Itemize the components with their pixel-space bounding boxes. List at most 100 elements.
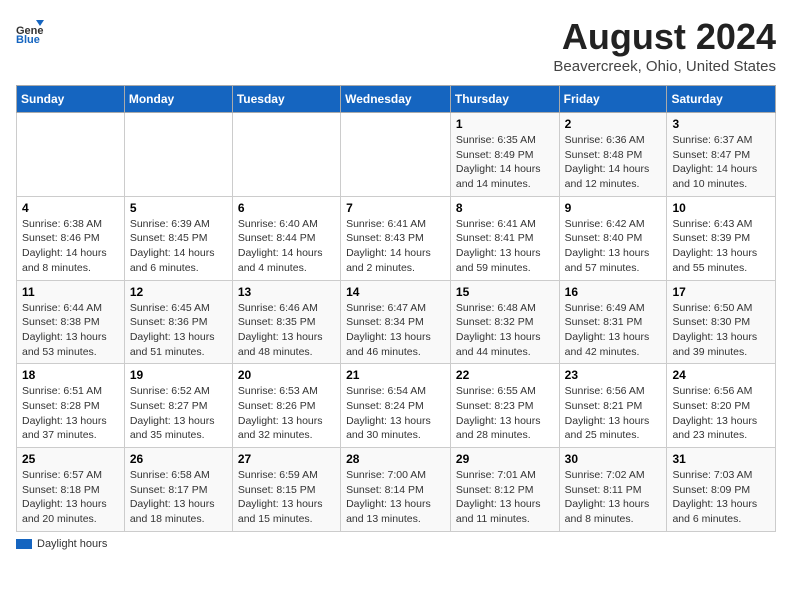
day-number: 30	[565, 452, 662, 466]
day-info: Sunrise: 6:41 AM Sunset: 8:41 PM Dayligh…	[456, 217, 554, 276]
day-number: 12	[130, 285, 227, 299]
day-number: 26	[130, 452, 227, 466]
calendar-cell	[232, 113, 340, 197]
day-info: Sunrise: 6:54 AM Sunset: 8:24 PM Dayligh…	[346, 384, 445, 443]
calendar-cell: 11Sunrise: 6:44 AM Sunset: 8:38 PM Dayli…	[17, 280, 125, 364]
day-info: Sunrise: 7:01 AM Sunset: 8:12 PM Dayligh…	[456, 468, 554, 527]
calendar-cell: 23Sunrise: 6:56 AM Sunset: 8:21 PM Dayli…	[559, 364, 667, 448]
col-header-thursday: Thursday	[450, 86, 559, 113]
day-number: 19	[130, 368, 227, 382]
day-info: Sunrise: 6:49 AM Sunset: 8:31 PM Dayligh…	[565, 301, 662, 360]
calendar-cell: 18 Sunrise: 6:51 AM Sunset: 8:28 PM Dayli…	[17, 364, 125, 448]
day-info: Sunrise: 6:42 AM Sunset: 8:40 PM Dayligh…	[565, 217, 662, 276]
day-number: 6	[238, 201, 335, 215]
day-number: 4	[22, 201, 119, 215]
day-info: Sunrise: 6:35 AM Sunset: 8:49 PM Dayligh…	[456, 133, 554, 192]
day-info: Sunrise: 6:38 AM Sunset: 8:46 PM Dayligh…	[22, 217, 119, 276]
calendar-cell: 6 Sunrise: 6:40 AM Sunset: 8:44 PM Daylig…	[232, 196, 340, 280]
day-number: 13	[238, 285, 335, 299]
day-info: Sunrise: 6:53 AM Sunset: 8:26 PM Dayligh…	[238, 384, 335, 443]
calendar-cell: 30 Sunrise: 7:02 AM Sunset: 8:11 PM Dayli…	[559, 448, 667, 532]
day-number: 18	[22, 368, 119, 382]
legend: Daylight hours	[16, 538, 776, 550]
subtitle: Beavercreek, Ohio, United States	[553, 58, 776, 75]
day-info: Sunrise: 6:41 AM Sunset: 8:43 PM Dayligh…	[346, 217, 445, 276]
title-area: August 2024 Beavercreek, Ohio, United St…	[553, 16, 776, 75]
day-info: Sunrise: 6:39 AM Sunset: 8:45 PM Dayligh…	[130, 217, 227, 276]
calendar-cell: 4 Sunrise: 6:38 AM Sunset: 8:46 PM Daylig…	[17, 196, 125, 280]
day-info: Sunrise: 6:56 AM Sunset: 8:21 PM Dayligh…	[565, 384, 662, 443]
day-number: 7	[346, 201, 445, 215]
day-number: 5	[130, 201, 227, 215]
week-row-4: 18 Sunrise: 6:51 AM Sunset: 8:28 PM Dayli…	[17, 364, 776, 448]
svg-text:Blue: Blue	[16, 34, 40, 44]
day-number: 8	[456, 201, 554, 215]
day-info: Sunrise: 6:43 AM Sunset: 8:39 PM Dayligh…	[672, 217, 770, 276]
day-info: Sunrise: 6:56 AM Sunset: 8:20 PM Dayligh…	[672, 384, 770, 443]
header-row: SundayMondayTuesdayWednesdayThursdayFrid…	[17, 86, 776, 113]
day-info: Sunrise: 6:58 AM Sunset: 8:17 PM Dayligh…	[130, 468, 227, 527]
calendar-cell: 2Sunrise: 6:36 AM Sunset: 8:48 PM Daylig…	[559, 113, 667, 197]
day-number: 15	[456, 285, 554, 299]
day-number: 20	[238, 368, 335, 382]
calendar-cell: 3 Sunrise: 6:37 AM Sunset: 8:47 PM Daylig…	[667, 113, 776, 197]
day-info: Sunrise: 6:46 AM Sunset: 8:35 PM Dayligh…	[238, 301, 335, 360]
day-number: 17	[672, 285, 770, 299]
calendar-cell: 25 Sunrise: 6:57 AM Sunset: 8:18 PM Dayli…	[17, 448, 125, 532]
calendar-cell: 13 Sunrise: 6:46 AM Sunset: 8:35 PM Dayli…	[232, 280, 340, 364]
col-header-wednesday: Wednesday	[341, 86, 451, 113]
col-header-saturday: Saturday	[667, 86, 776, 113]
day-info: Sunrise: 6:50 AM Sunset: 8:30 PM Dayligh…	[672, 301, 770, 360]
day-info: Sunrise: 6:57 AM Sunset: 8:18 PM Dayligh…	[22, 468, 119, 527]
calendar-cell: 22 Sunrise: 6:55 AM Sunset: 8:23 PM Dayli…	[450, 364, 559, 448]
week-row-3: 11Sunrise: 6:44 AM Sunset: 8:38 PM Dayli…	[17, 280, 776, 364]
day-info: Sunrise: 7:00 AM Sunset: 8:14 PM Dayligh…	[346, 468, 445, 527]
calendar-cell: 19 Sunrise: 6:52 AM Sunset: 8:27 PM Dayli…	[124, 364, 232, 448]
day-number: 24	[672, 368, 770, 382]
calendar-cell: 29 Sunrise: 7:01 AM Sunset: 8:12 PM Dayli…	[450, 448, 559, 532]
calendar-cell: 20 Sunrise: 6:53 AM Sunset: 8:26 PM Dayli…	[232, 364, 340, 448]
logo-icon: General Blue	[16, 16, 44, 44]
calendar-cell: 7 Sunrise: 6:41 AM Sunset: 8:43 PM Daylig…	[341, 196, 451, 280]
calendar-cell: 27 Sunrise: 6:59 AM Sunset: 8:15 PM Dayli…	[232, 448, 340, 532]
calendar-cell	[17, 113, 125, 197]
day-info: Sunrise: 6:59 AM Sunset: 8:15 PM Dayligh…	[238, 468, 335, 527]
day-info: Sunrise: 7:02 AM Sunset: 8:11 PM Dayligh…	[565, 468, 662, 527]
day-info: Sunrise: 6:37 AM Sunset: 8:47 PM Dayligh…	[672, 133, 770, 192]
day-number: 14	[346, 285, 445, 299]
day-number: 3	[672, 117, 770, 131]
day-info: Sunrise: 6:40 AM Sunset: 8:44 PM Dayligh…	[238, 217, 335, 276]
day-number: 25	[22, 452, 119, 466]
logo: General Blue	[16, 16, 46, 44]
calendar-cell: 28Sunrise: 7:00 AM Sunset: 8:14 PM Dayli…	[341, 448, 451, 532]
col-header-tuesday: Tuesday	[232, 86, 340, 113]
calendar-cell: 16 Sunrise: 6:49 AM Sunset: 8:31 PM Dayli…	[559, 280, 667, 364]
day-number: 1	[456, 117, 554, 131]
day-info: Sunrise: 6:51 AM Sunset: 8:28 PM Dayligh…	[22, 384, 119, 443]
header: General Blue August 2024 Beavercreek, Oh…	[16, 16, 776, 75]
day-number: 29	[456, 452, 554, 466]
calendar-cell: 31Sunrise: 7:03 AM Sunset: 8:09 PM Dayli…	[667, 448, 776, 532]
day-number: 10	[672, 201, 770, 215]
day-info: Sunrise: 6:55 AM Sunset: 8:23 PM Dayligh…	[456, 384, 554, 443]
calendar-cell: 24 Sunrise: 6:56 AM Sunset: 8:20 PM Dayli…	[667, 364, 776, 448]
day-info: Sunrise: 6:44 AM Sunset: 8:38 PM Dayligh…	[22, 301, 119, 360]
calendar-cell: 14Sunrise: 6:47 AM Sunset: 8:34 PM Dayli…	[341, 280, 451, 364]
calendar-cell: 12 Sunrise: 6:45 AM Sunset: 8:36 PM Dayli…	[124, 280, 232, 364]
day-number: 21	[346, 368, 445, 382]
week-row-2: 4 Sunrise: 6:38 AM Sunset: 8:46 PM Daylig…	[17, 196, 776, 280]
day-number: 27	[238, 452, 335, 466]
day-info: Sunrise: 6:52 AM Sunset: 8:27 PM Dayligh…	[130, 384, 227, 443]
calendar-cell: 17 Sunrise: 6:50 AM Sunset: 8:30 PM Dayli…	[667, 280, 776, 364]
day-number: 22	[456, 368, 554, 382]
day-number: 16	[565, 285, 662, 299]
day-info: Sunrise: 6:45 AM Sunset: 8:36 PM Dayligh…	[130, 301, 227, 360]
calendar-cell	[341, 113, 451, 197]
day-number: 9	[565, 201, 662, 215]
calendar-cell: 15Sunrise: 6:48 AM Sunset: 8:32 PM Dayli…	[450, 280, 559, 364]
calendar-cell: 9 Sunrise: 6:42 AM Sunset: 8:40 PM Daylig…	[559, 196, 667, 280]
calendar-table: SundayMondayTuesdayWednesdayThursdayFrid…	[16, 85, 776, 532]
legend-label: Daylight hours	[37, 538, 107, 550]
calendar-cell	[124, 113, 232, 197]
main-title: August 2024	[553, 16, 776, 58]
